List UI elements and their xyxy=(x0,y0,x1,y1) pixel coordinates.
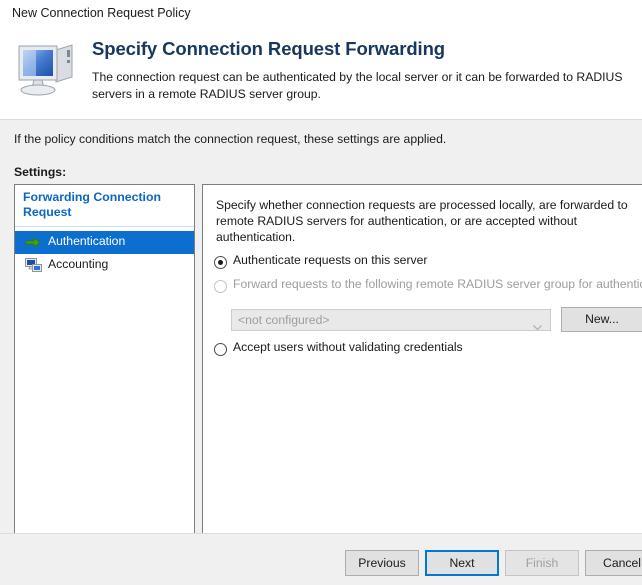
new-connection-request-policy-dialog: New Connection Request Policy Specify Co… xyxy=(0,0,642,585)
settings-label: Settings: xyxy=(14,165,67,179)
sidebar-item-label: Authentication xyxy=(48,234,126,248)
sidebar-item-label: Accounting xyxy=(48,257,109,271)
cancel-button[interactable]: Cancel xyxy=(585,550,642,576)
intro-text: If the policy conditions match the conne… xyxy=(14,132,447,146)
settings-tree-panel: Forwarding Connection Request Authentica… xyxy=(14,184,195,585)
wizard-banner: Specify Connection Request Forwarding Th… xyxy=(0,28,642,119)
new-server-group-button[interactable]: New... xyxy=(561,307,642,332)
dialog-body: If the policy conditions match the conne… xyxy=(0,120,642,585)
radio-label: Forward requests to the following remote… xyxy=(233,277,642,291)
sidebar-item-authentication[interactable]: Authentication xyxy=(15,231,194,254)
dialog-title: New Connection Request Policy xyxy=(12,6,191,20)
banner-heading: Specify Connection Request Forwarding xyxy=(92,38,445,59)
sidebar-item-accounting[interactable]: Accounting xyxy=(15,254,194,277)
content-description: Specify whether connection requests are … xyxy=(216,198,628,244)
combo-selected-value: <not configured> xyxy=(238,313,330,327)
radio-indicator xyxy=(214,343,227,356)
radio-accept-users-without-validating[interactable]: Accept users without validating credenti… xyxy=(214,340,642,360)
radio-indicator xyxy=(214,280,227,293)
radio-forward-to-remote-group: Forward requests to the following remote… xyxy=(214,277,642,297)
tree-group-divider xyxy=(15,226,194,227)
finish-button: Finish xyxy=(505,550,579,576)
dialog-title-bar: New Connection Request Policy xyxy=(0,0,642,28)
radio-label: Accept users without validating credenti… xyxy=(233,340,463,354)
radio-label: Authenticate requests on this server xyxy=(233,253,428,267)
dialog-footer: Previous Next Finish Cancel xyxy=(0,534,642,585)
computer-monitor-icon xyxy=(12,36,84,100)
settings-content-panel: Specify whether connection requests are … xyxy=(202,184,642,585)
remote-radius-server-group-combo: <not configured> xyxy=(231,309,551,331)
radio-authenticate-on-this-server[interactable]: Authenticate requests on this server xyxy=(214,253,642,273)
green-arrow-icon xyxy=(25,234,42,251)
previous-button[interactable]: Previous xyxy=(345,550,419,576)
network-computers-icon xyxy=(25,257,42,274)
next-button[interactable]: Next xyxy=(425,550,499,576)
tree-group-title: Forwarding Connection Request xyxy=(23,190,161,219)
banner-description: The connection request can be authentica… xyxy=(92,70,623,101)
chevron-down-icon xyxy=(533,318,542,331)
radio-indicator xyxy=(214,256,227,269)
